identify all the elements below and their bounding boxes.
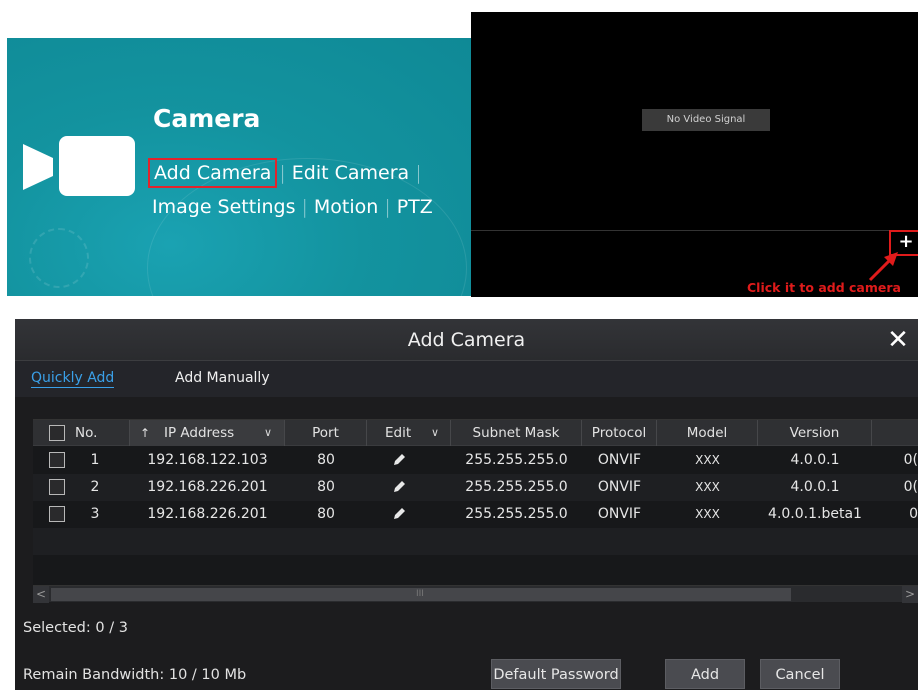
row-ip: 192.168.122.103 (147, 452, 268, 468)
edit-pencil-icon[interactable] (367, 447, 431, 474)
row-checkbox[interactable] (49, 479, 65, 495)
separator: | (384, 196, 391, 218)
header-version: Version (758, 420, 872, 446)
header-subnet-mask: Subnet Mask (451, 420, 582, 446)
header-edit: Edit ∨ (367, 420, 451, 446)
scroll-left-icon[interactable]: < (33, 586, 49, 603)
camera-table: No. ↑ IP Address ∨ Port Edit ∨ Subnet Ma… (33, 419, 918, 603)
header-port: Port (285, 420, 367, 446)
add-camera-hint: Click it to add camera (747, 280, 901, 295)
row-model: XXX (695, 480, 720, 494)
arrow-icon (868, 252, 898, 282)
tab-quickly-add[interactable]: Quickly Add (31, 370, 115, 388)
row-protocol: ONVIF (597, 506, 642, 522)
row-no: 2 (90, 479, 100, 495)
row-port: 80 (317, 506, 335, 522)
bandwidth-value: 10 / 10 Mb (168, 667, 247, 683)
row-checkbox[interactable] (49, 452, 65, 468)
chevron-down-icon[interactable]: ∨ (258, 420, 278, 446)
edit-camera-link[interactable]: Edit Camera (292, 162, 409, 184)
scrollbar-thumb[interactable]: III (51, 588, 791, 601)
row-port: 80 (317, 479, 335, 495)
separator: | (415, 162, 422, 184)
selected-count: Selected: 0 / 3 (23, 620, 128, 636)
select-all-checkbox[interactable] (49, 425, 65, 441)
remain-bandwidth: Remain Bandwidth: 10 / 10 Mb (23, 667, 246, 683)
no-video-signal-label: No Video Signal (642, 109, 770, 131)
header-extra (872, 420, 918, 446)
horizontal-scrollbar[interactable]: < III > (33, 585, 918, 603)
dialog-title: Add Camera (407, 329, 526, 351)
edit-pencil-icon[interactable] (367, 501, 431, 528)
video-camera-icon (23, 136, 135, 196)
row-extra: 0 (909, 506, 918, 522)
row-subnet: 255.255.255.0 (465, 479, 568, 495)
selected-value: 0 / 3 (95, 620, 128, 636)
row-ip: 192.168.226.201 (147, 479, 268, 495)
header-ip-address[interactable]: ↑ IP Address ∨ (130, 420, 285, 446)
edit-pencil-icon[interactable] (367, 474, 431, 501)
dialog-titlebar: Add Camera ✕ (15, 319, 918, 361)
header-no-label: No. (75, 425, 98, 441)
camera-links: Add Camera | Edit Camera | Image Settings | M… (147, 158, 433, 226)
table-row[interactable]: 2 192.168.226.201 80 255.255.255.0 ONVIF… (33, 474, 918, 501)
tab-add-manually[interactable]: Add Manually (175, 370, 270, 386)
motion-link[interactable]: Motion (314, 196, 378, 218)
row-protocol: ONVIF (597, 452, 642, 468)
row-version: 4.0.0.1 (790, 479, 840, 495)
row-subnet: 255.255.255.0 (465, 452, 568, 468)
dialog-tabs: Quickly Add Add Manually (15, 361, 918, 397)
separator: | (279, 162, 286, 184)
decorative-flower (29, 228, 89, 288)
add-camera-dialog: Add Camera ✕ Quickly Add Add Manually No… (15, 319, 918, 690)
scroll-right-icon[interactable]: > (902, 586, 918, 603)
header-edit-label: Edit (385, 425, 412, 441)
camera-menu-tile: Camera Add Camera | Edit Camera | Image Set… (7, 38, 472, 296)
row-model: XXX (695, 507, 720, 521)
selected-label: Selected: (23, 620, 91, 636)
header-model: Model (657, 420, 758, 446)
row-port: 80 (317, 452, 335, 468)
add-camera-link[interactable]: Add Camera (147, 158, 278, 188)
row-no: 1 (90, 452, 100, 468)
panel-divider (471, 230, 918, 231)
video-preview-panel: No Video Signal + Click it to add camera (471, 12, 918, 297)
row-extra: 0( (903, 452, 918, 468)
header-no: No. (33, 420, 130, 446)
close-icon[interactable]: ✕ (883, 325, 913, 355)
table-header: No. ↑ IP Address ∨ Port Edit ∨ Subnet Ma… (33, 420, 918, 446)
row-extra: 0( (903, 479, 918, 495)
empty-row (33, 528, 918, 555)
table-row[interactable]: 1 192.168.122.103 80 255.255.255.0 ONVIF… (33, 447, 918, 474)
row-no: 3 (90, 506, 100, 522)
default-password-button[interactable]: Default Password (491, 659, 621, 689)
image-settings-link[interactable]: Image Settings (152, 196, 295, 218)
row-protocol: ONVIF (597, 479, 642, 495)
chevron-down-icon[interactable]: ∨ (425, 420, 445, 446)
sort-up-icon: ↑ (140, 426, 151, 440)
separator: | (301, 196, 308, 218)
row-checkbox[interactable] (49, 506, 65, 522)
row-model: XXX (695, 453, 720, 467)
empty-row (33, 555, 918, 582)
header-protocol: Protocol (582, 420, 657, 446)
row-ip: 192.168.226.201 (147, 506, 268, 522)
bandwidth-label: Remain Bandwidth: (23, 667, 165, 683)
row-version: 4.0.0.1 (790, 452, 840, 468)
scrollbar-grip: III (416, 589, 424, 599)
row-version: 4.0.0.1.beta1 (768, 506, 862, 522)
cancel-button[interactable]: Cancel (760, 659, 840, 689)
add-button[interactable]: Add (665, 659, 745, 689)
camera-title: Camera (153, 104, 261, 133)
row-subnet: 255.255.255.0 (465, 506, 568, 522)
table-row[interactable]: 3 192.168.226.201 80 255.255.255.0 ONVIF… (33, 501, 918, 528)
ptz-link[interactable]: PTZ (397, 196, 433, 218)
header-ip-label: IP Address (164, 425, 235, 441)
